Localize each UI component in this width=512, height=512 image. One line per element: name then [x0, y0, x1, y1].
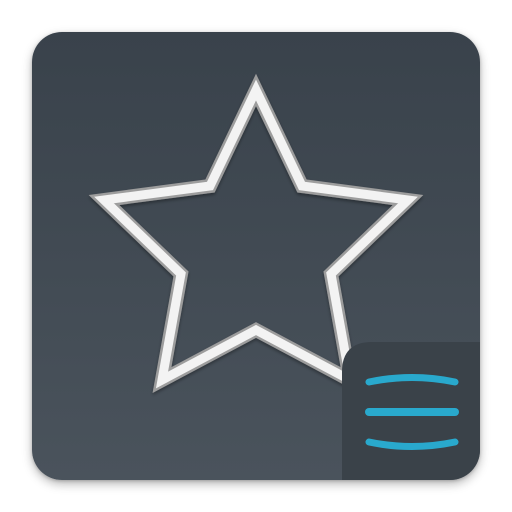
app-icon-graphic	[32, 32, 480, 480]
badge	[342, 342, 480, 480]
icon-canvas	[0, 0, 512, 512]
app-icon[interactable]	[32, 32, 480, 480]
